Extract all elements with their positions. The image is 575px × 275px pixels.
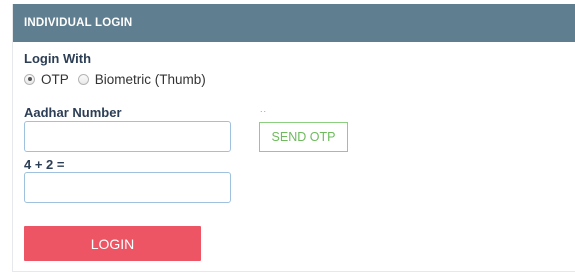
panel-header: INDIVIDUAL LOGIN [13, 4, 575, 42]
aadhar-number-label: Aadhar Number [24, 105, 122, 120]
login-with-label: Login With [24, 51, 92, 66]
captcha-question-label: 4 + 2 = [24, 157, 65, 172]
aadhar-number-input[interactable] [24, 121, 231, 152]
login-button[interactable]: LOGIN [24, 226, 201, 261]
send-otp-button[interactable]: SEND OTP [259, 122, 348, 152]
biometric-radio[interactable] [77, 73, 89, 85]
otp-radio-label[interactable]: OTP [41, 72, 69, 87]
biometric-radio-label[interactable]: Biometric (Thumb) [95, 72, 206, 87]
captcha-answer-input[interactable] [24, 172, 231, 203]
panel-title: INDIVIDUAL LOGIN [24, 17, 133, 29]
login-method-radio-group: OTP Biometric (Thumb) [24, 70, 215, 88]
individual-login-panel: INDIVIDUAL LOGIN Login With OTP Biometri… [12, 4, 575, 272]
otp-radio[interactable] [24, 73, 35, 85]
aadhar-helper-text: .. [260, 104, 268, 114]
